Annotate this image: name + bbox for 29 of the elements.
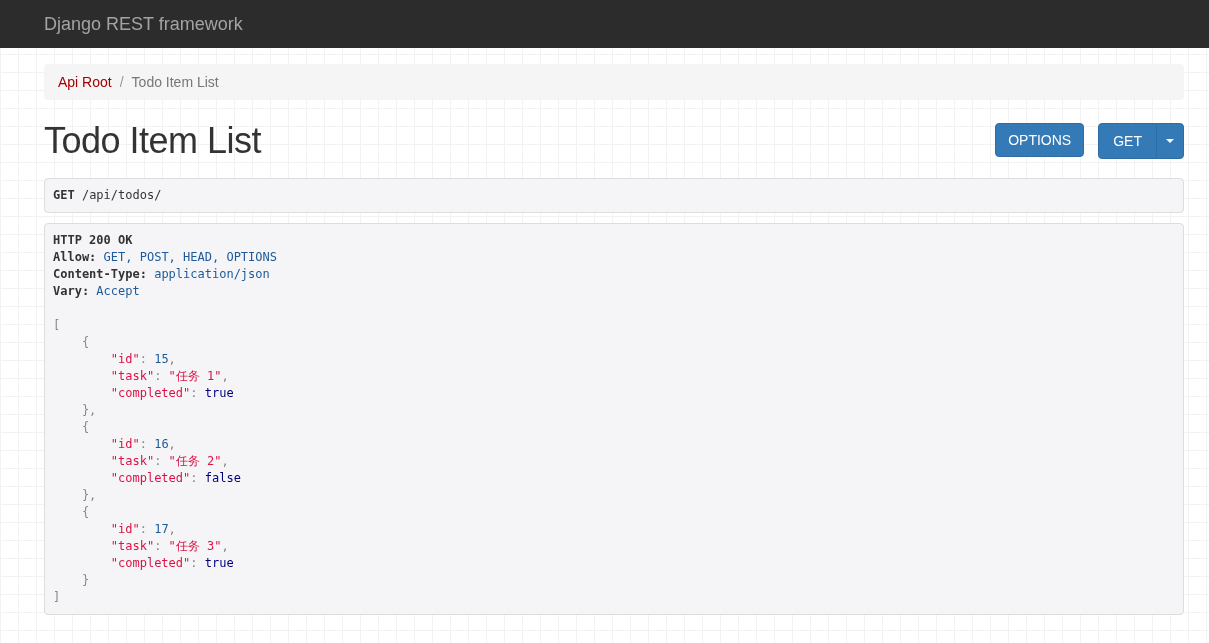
- json-line: "task": "任务 3",: [109, 538, 230, 555]
- header-line: Content-Type: application/json: [53, 266, 271, 283]
- json-line: "completed": false: [109, 470, 242, 487]
- json-line: "completed": true: [109, 385, 235, 402]
- page-title: Todo Item List: [44, 120, 262, 162]
- breadcrumb-separator: /: [119, 74, 124, 90]
- status-line: HTTP 200 OK: [53, 232, 134, 249]
- json-line: "id": 17,: [109, 521, 177, 538]
- request-line: GET /api/todos/: [53, 187, 163, 204]
- json-line: "completed": true: [109, 555, 235, 572]
- json-line: {: [80, 419, 91, 436]
- json-line: [: [53, 317, 62, 334]
- json-line: }: [80, 572, 91, 589]
- options-button[interactable]: OPTIONS: [995, 123, 1085, 157]
- json-line: },: [80, 487, 98, 504]
- json-line: },: [80, 402, 98, 419]
- breadcrumb-current: Todo Item List: [131, 74, 219, 90]
- header-line: Allow: GET, POST, HEAD, OPTIONS: [53, 249, 278, 266]
- json-line: "id": 16,: [109, 436, 177, 453]
- caret-icon: [1166, 139, 1174, 143]
- brand-title[interactable]: Django REST framework: [44, 13, 243, 35]
- json-line: {: [80, 334, 91, 351]
- json-line: "id": 15,: [109, 351, 177, 368]
- json-line: ]: [53, 589, 62, 606]
- header-line: Vary: Accept: [53, 283, 141, 300]
- breadcrumb-link[interactable]: Api Root: [58, 74, 112, 90]
- json-line: "task": "任务 1",: [109, 368, 230, 385]
- json-line: {: [80, 504, 91, 521]
- json-line: "task": "任务 2",: [109, 453, 230, 470]
